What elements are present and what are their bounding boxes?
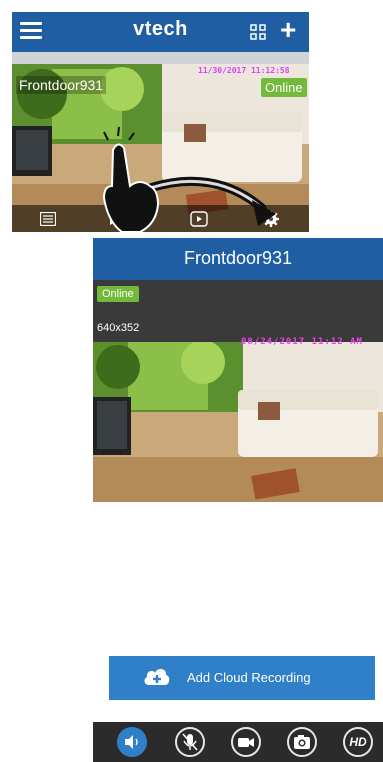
playback-icon[interactable] [108, 211, 122, 227]
plus-icon[interactable]: + [280, 15, 296, 45]
hd-icon[interactable]: HD [343, 727, 373, 757]
grid-view-icon[interactable] [250, 24, 266, 40]
video-record-icon[interactable] [231, 727, 261, 757]
video-icon[interactable] [190, 211, 208, 227]
mute-mic-icon[interactable] [175, 727, 205, 757]
cloud-plus-icon [144, 669, 170, 685]
control-bar: HD [93, 722, 383, 762]
speaker-icon[interactable] [117, 727, 147, 757]
hd-label: HD [349, 735, 367, 749]
camera-timestamp: 11/30/2017 11:12:58 [198, 66, 290, 75]
add-cloud-recording-button[interactable]: Add Cloud Recording [109, 656, 375, 700]
resolution-label: 640x352 [97, 322, 140, 334]
camera-name-label: Frontdoor931 [16, 76, 107, 94]
cloud-button-label: Add Cloud Recording [187, 670, 311, 685]
online-badge: Online [261, 78, 307, 97]
snapshot-icon[interactable] [287, 727, 317, 757]
app-header: vtech + [12, 12, 309, 52]
divider [12, 52, 309, 64]
list-icon[interactable] [40, 212, 56, 226]
camera-card-toolbar [12, 205, 309, 232]
detail-header: Frontdoor931 [93, 238, 383, 280]
camera-detail-screen: Frontdoor931 Online 640x352 08/24/2017 1… [93, 238, 383, 762]
camera-list-screen: vtech + 11/30/2017 11:12:58 Frontdoor931… [12, 12, 309, 232]
page-title: Frontdoor931 [183, 248, 293, 268]
live-video-feed[interactable] [93, 342, 383, 502]
online-badge: Online [97, 286, 139, 302]
video-timestamp: 08/24/2017 11:12 AM [241, 337, 363, 347]
settings-icon[interactable] [262, 210, 280, 228]
